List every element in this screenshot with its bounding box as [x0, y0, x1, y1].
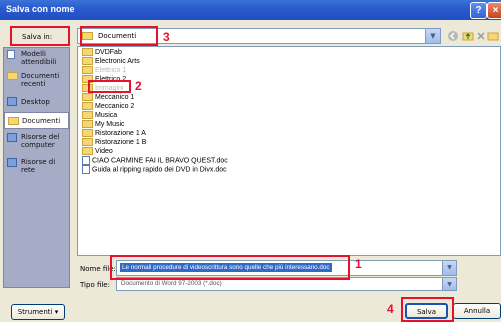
list-item[interactable]: Elettrico 1	[82, 66, 126, 75]
delete-icon[interactable]	[476, 30, 486, 42]
folder-icon	[82, 138, 93, 147]
folder-icon	[82, 120, 93, 129]
list-item[interactable]: Electronic Arts	[82, 57, 140, 66]
back-icon[interactable]	[447, 30, 459, 42]
place-documenti-recenti[interactable]: Documenti recenti	[4, 72, 69, 90]
desktop-icon	[7, 97, 17, 106]
list-item[interactable]: Ristorazione 1 B	[82, 138, 146, 147]
places-bar: Modelli attendibili Documenti recenti De…	[3, 47, 70, 288]
list-item[interactable]: Meccanico 2	[82, 102, 134, 111]
recent-documents-icon	[7, 72, 18, 80]
close-button[interactable]: ×	[487, 2, 501, 19]
new-folder-icon[interactable]	[487, 30, 499, 42]
annotation-box-filename	[110, 255, 350, 280]
list-item[interactable]: Video	[82, 147, 113, 156]
place-risorse-computer[interactable]: Risorse del computer	[4, 133, 69, 157]
tools-button[interactable]: Strumenti ▾	[11, 304, 65, 320]
annotation-number-2: 2	[135, 79, 142, 93]
folder-icon	[82, 57, 93, 66]
computer-icon	[7, 133, 17, 142]
templates-icon	[7, 50, 15, 59]
folder-icon	[82, 102, 93, 111]
place-desktop[interactable]: Desktop	[4, 97, 69, 109]
annotation-box-save-in-label	[10, 26, 70, 46]
annotation-box-save-in-value	[80, 26, 158, 46]
file-list[interactable]: DVDFab Electronic Arts Elettrico 1 Elett…	[77, 46, 501, 256]
help-button[interactable]: ?	[470, 2, 487, 19]
annotation-box-save-button	[401, 297, 454, 322]
list-item[interactable]: CIAO CARMINE FAI IL BRAVO QUEST.doc	[82, 156, 228, 165]
word-doc-icon	[82, 165, 90, 174]
place-risorse-rete[interactable]: Risorse di rete	[4, 158, 69, 176]
folder-icon	[82, 93, 93, 102]
dialog-title: Salva con nome	[6, 4, 75, 14]
list-item[interactable]: Ristorazione 1 A	[82, 129, 146, 138]
title-bar: Salva con nome ? ×	[0, 0, 501, 20]
folder-icon	[82, 147, 93, 156]
file-type-label: Tipo file:	[80, 281, 110, 289]
list-item[interactable]: Musica	[82, 111, 117, 120]
folder-icon	[82, 66, 93, 75]
folder-icon	[82, 111, 93, 120]
list-item[interactable]: Meccanico 1	[82, 93, 134, 102]
place-modelli-attendibili[interactable]: Modelli attendibili	[4, 50, 69, 68]
network-icon	[7, 158, 17, 167]
folder-icon	[82, 48, 93, 57]
place-documenti[interactable]: Documenti	[4, 112, 69, 129]
chevron-down-icon[interactable]: ▼	[442, 261, 456, 275]
folder-icon	[82, 129, 93, 138]
up-folder-icon[interactable]	[462, 30, 474, 42]
annotation-number-4: 4	[387, 302, 394, 316]
list-item[interactable]: DVDFab	[82, 48, 122, 57]
documents-icon	[8, 117, 19, 125]
list-item[interactable]: My Music	[82, 120, 125, 129]
chevron-down-icon[interactable]: ▼	[442, 278, 456, 290]
annotation-box-folder	[88, 80, 131, 93]
save-as-dialog: Salva con nome ? × Salva in: Documenti ▼…	[0, 0, 501, 322]
word-doc-icon	[82, 156, 90, 165]
list-item[interactable]: Guida al ripping rapido dei DVD in Divx.…	[82, 165, 227, 174]
file-type-value: Documento di Word 97-2003 (*.doc)	[121, 280, 222, 287]
chevron-down-icon[interactable]: ▼	[425, 29, 440, 43]
cancel-button[interactable]: Annulla	[453, 303, 501, 319]
annotation-number-3: 3	[163, 30, 170, 44]
annotation-number-1: 1	[355, 257, 362, 271]
